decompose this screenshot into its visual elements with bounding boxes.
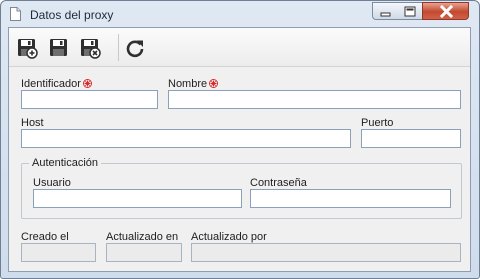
toolbar	[9, 28, 470, 67]
document-icon	[10, 7, 21, 21]
updated-by-label: Actualizado por	[191, 231, 267, 243]
window-content: Identificador Nombre Host Puerto Autenti…	[8, 27, 471, 272]
created-on-label: Creado el	[21, 231, 69, 243]
updated-by-field	[191, 243, 461, 262]
authentication-group: Autenticación Usuario Contraseña	[21, 157, 462, 219]
close-button[interactable]	[422, 2, 469, 20]
title-bar[interactable]: Datos del proxy	[1, 1, 479, 27]
created-on-field	[21, 243, 96, 262]
maximize-button[interactable]	[397, 2, 423, 20]
proxy-data-window: Datos del proxy Identificador Nombre Hos…	[0, 0, 480, 279]
refresh-icon[interactable]	[124, 37, 146, 59]
host-label: Host	[21, 117, 44, 129]
name-field[interactable]	[168, 90, 461, 109]
host-field[interactable]	[21, 129, 351, 148]
save-close-icon[interactable]	[79, 37, 101, 59]
save-icon[interactable]	[48, 37, 70, 59]
user-field[interactable]	[33, 189, 242, 208]
save-new-icon[interactable]	[16, 37, 38, 59]
required-icon	[209, 79, 219, 88]
updated-on-label: Actualizado en	[106, 231, 179, 243]
name-label: Nombre	[168, 78, 219, 90]
authentication-title: Autenticación	[29, 157, 102, 169]
toolbar-separator	[118, 34, 119, 61]
required-icon	[82, 79, 92, 88]
updated-on-field	[106, 243, 182, 262]
password-field[interactable]	[250, 189, 451, 208]
minimize-icon	[380, 12, 391, 17]
window-title: Datos del proxy	[30, 8, 114, 22]
port-field[interactable]	[361, 129, 461, 148]
password-label: Contraseña	[250, 177, 307, 189]
port-label: Puerto	[361, 117, 394, 129]
identifier-label: Identificador	[21, 78, 92, 90]
maximize-icon	[404, 6, 416, 17]
identifier-field[interactable]	[21, 90, 158, 109]
minimize-button[interactable]	[372, 2, 398, 20]
user-label: Usuario	[33, 177, 71, 189]
close-icon	[439, 4, 454, 19]
